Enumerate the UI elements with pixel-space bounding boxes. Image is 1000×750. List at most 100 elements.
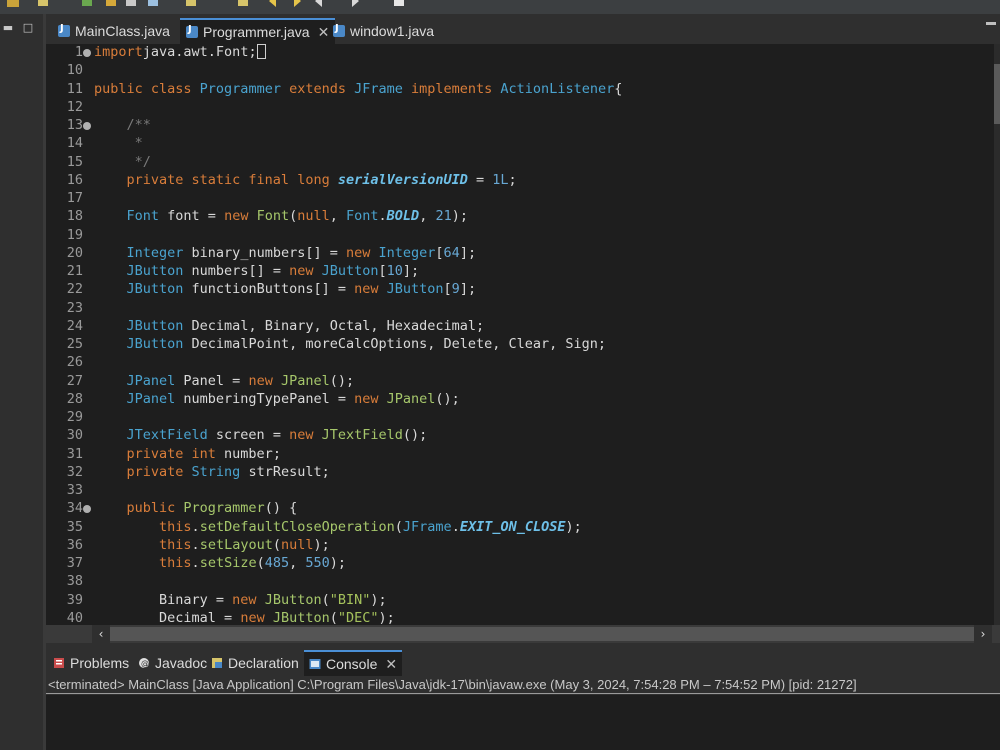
tab-label: window1.java [350,23,435,39]
line-number: 26 [66,354,83,371]
code-line: private static final long serialVersionU… [94,172,517,188]
code-token: Programmer [183,500,265,517]
console-output[interactable] [46,695,1000,750]
code-token: 485 [264,555,290,571]
code-token: String [191,463,249,480]
tab-problems[interactable]: Problems [48,650,134,676]
code-token: ( [321,591,330,608]
code-line: private int number; [94,446,281,462]
line-number: 29 [66,409,83,425]
code-line: */ [94,154,151,170]
code-token: ( [272,536,281,553]
toolbar-doc-icon[interactable] [146,0,160,8]
code-editor[interactable]: 1 10 11 12 13 14 15 16 17 18 19 20 21 22 23 24 25 26 27 28 2… [46,44,1000,625]
tab-declaration[interactable]: Declaration [206,650,304,676]
code-token: JButton [321,263,379,279]
code-line: Integer binary_numbers[] = new Integer[6… [94,244,477,261]
tab-javadoc[interactable]: @ Javadoc [133,650,212,676]
code-token: Decimal, Binary, Octal, Hexadecimal; [191,317,485,334]
declaration-icon [212,658,222,668]
code-token: public [94,500,184,517]
code-token: , [419,208,436,225]
code-token: */ [94,153,151,170]
code-token: JPanel [94,372,184,389]
toolbar-search-icon[interactable] [184,0,198,8]
toolbar-nav-icon[interactable] [236,0,250,8]
toolbar-pin-icon[interactable] [392,0,406,8]
line-number: 27 [66,372,83,389]
code-token: new [289,263,322,279]
code-token: implements [411,80,501,97]
code-token: JButton [94,317,192,334]
code-token: JTextField [321,427,403,444]
tab-label: Javadoc [155,655,208,671]
code-token: EXIT_ON_CLOSE [459,518,566,535]
code-token: this [94,555,192,571]
toolbar-folder-icon[interactable] [124,0,138,8]
toolbar-back-icon[interactable] [268,0,282,8]
code-token: BOLD [386,208,420,225]
code-token: null [280,536,314,553]
code-token: . [191,518,200,535]
close-icon[interactable]: ✕ [385,656,397,673]
tab-window1[interactable]: window1.java [327,18,440,44]
code-token: JButton [94,263,192,279]
fold-toggle-icon[interactable] [83,49,91,57]
toolbar-run-icon[interactable] [80,0,94,8]
code-token: Integer [94,244,192,261]
code-token: "BIN" [329,591,371,608]
code-line: JButton Decimal, Binary, Octal, Hexadeci… [94,317,485,334]
java-file-icon [186,24,198,38]
toolbar-prev-icon[interactable] [314,0,328,8]
editor-minimize-icon[interactable] [986,22,996,25]
horizontal-scroll-thumb[interactable] [110,627,974,641]
vertical-scrollbar[interactable] [994,44,1000,625]
code-token: new [354,281,387,298]
code-token: new [232,591,265,608]
toolbar-forward-icon[interactable] [288,0,302,8]
line-number: 12 [66,98,83,115]
toolbar-next-icon[interactable] [346,0,360,8]
code-token: ); [370,591,387,608]
code-token: ( [256,555,265,571]
toolbar-save-icon[interactable] [6,0,20,8]
code-token: ]; [459,281,477,298]
console-icon [309,659,321,669]
vertical-scroll-thumb[interactable] [994,64,1000,124]
maximize-icon[interactable]: □ [22,22,34,34]
code-line: JPanel numberingTypePanel = new JPanel()… [94,391,460,407]
console-status-line: <terminated> MainClass [Java Application… [46,676,1000,694]
fold-toggle-icon[interactable] [83,122,91,130]
code-token: 64 [443,244,460,261]
code-token: setSize [199,555,257,571]
scroll-left-icon[interactable]: ‹ [92,625,110,643]
code-token: ); [329,555,347,571]
horizontal-scrollbar[interactable]: ‹ › [46,625,1000,643]
code-line: public Programmer() { [94,500,298,517]
code-token: JTextField [94,427,216,444]
code-token: (); [329,372,355,389]
tab-programmer[interactable]: Programmer.java ✕ [180,18,336,44]
code-token: private int [94,445,225,462]
code-token: ( [394,518,403,535]
toolbar-package-icon[interactable] [104,0,118,8]
fold-toggle-icon[interactable] [83,505,91,514]
line-number: 14 [66,135,83,152]
code-token: new [354,390,387,407]
code-token: . [378,208,387,225]
code-token: JButton [272,609,330,625]
code-token: new [224,208,257,225]
code-token: ( [329,609,338,625]
line-number: 28 [66,390,83,407]
text-cursor [256,44,266,59]
tab-console[interactable]: Console ✕ [304,650,403,676]
tab-label: Programmer.java [203,24,310,40]
main-toolbar [0,0,1000,14]
code-token: screen = [215,427,290,444]
tab-label: Console [326,656,378,672]
minimize-icon[interactable]: ▬ [2,22,14,34]
tab-mainclass[interactable]: MainClass.java [52,18,176,44]
scroll-right-icon[interactable]: › [974,625,992,643]
line-number: 11 [66,80,83,97]
toolbar-edit-icon[interactable] [36,0,50,8]
